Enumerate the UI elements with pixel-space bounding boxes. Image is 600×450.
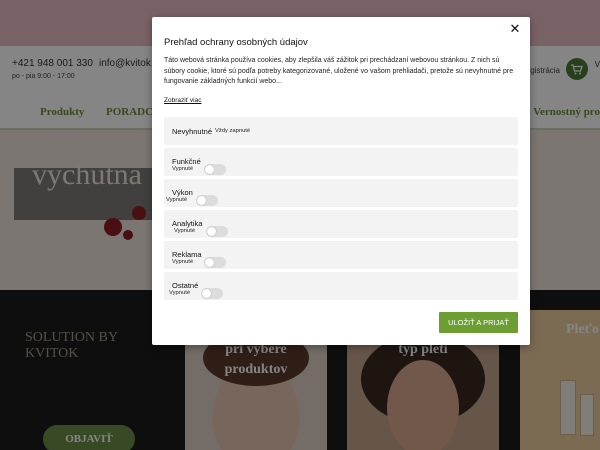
other-toggle[interactable] <box>201 288 223 299</box>
cookie-category-other[interactable]: Ostatné Vypnuté <box>164 272 518 300</box>
category-name: Funkčné <box>172 157 201 166</box>
cookie-category-necessary[interactable]: Nevyhnutné Vždy zapnuté <box>164 117 518 145</box>
show-more-link[interactable]: Zobraziť viac <box>164 97 201 104</box>
category-status: Vždy zapnuté <box>215 128 251 134</box>
cookie-consent-modal: ✕ Prehľad ochrany osobných údajov Táto w… <box>152 17 530 345</box>
advertising-toggle[interactable] <box>204 257 226 268</box>
category-name: Analytika <box>172 219 203 228</box>
category-name: Reklama <box>172 250 202 259</box>
category-status: Vypnuté <box>166 197 188 203</box>
analytics-toggle[interactable] <box>206 226 228 237</box>
category-name: Výkon <box>172 188 193 197</box>
category-name: Nevyhnutné <box>172 127 213 136</box>
close-icon[interactable]: ✕ <box>508 22 522 36</box>
category-status: Vypnuté <box>172 166 194 172</box>
category-status: Vypnuté <box>174 228 196 234</box>
cookie-category-advertising[interactable]: Reklama Vypnuté <box>164 241 518 269</box>
cookie-category-performance[interactable]: Výkon Vypnuté <box>164 179 518 207</box>
functional-toggle[interactable] <box>204 164 226 175</box>
modal-title: Prehľad ochrany osobných údajov <box>164 37 308 48</box>
category-status: Vypnuté <box>169 290 191 296</box>
category-name: Ostatné <box>172 281 199 290</box>
cookie-category-functional[interactable]: Funkčné Vypnuté <box>164 148 518 176</box>
category-status: Vypnuté <box>172 259 194 265</box>
modal-description: Táto webová stránka používa cookies, aby… <box>164 57 514 85</box>
save-and-accept-button[interactable]: ULOŽIŤ A PRIJAŤ <box>439 312 518 333</box>
performance-toggle[interactable] <box>196 195 218 206</box>
cookie-category-analytics[interactable]: Analytika Vypnuté <box>164 210 518 238</box>
